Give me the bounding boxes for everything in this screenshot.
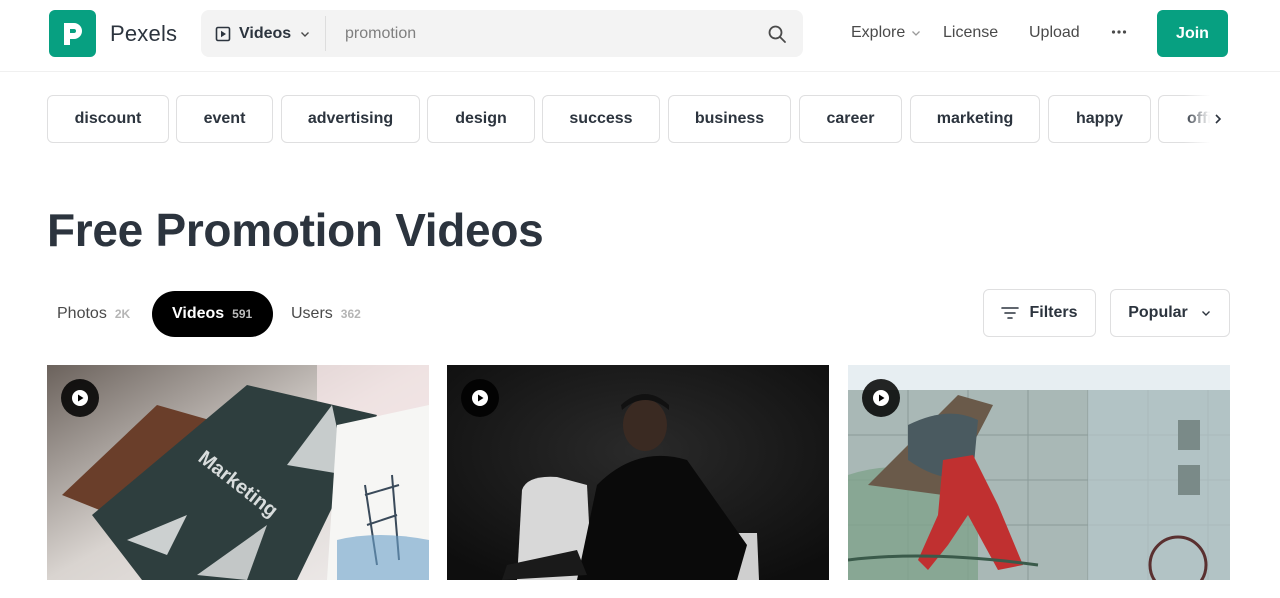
nav-license[interactable]: License <box>943 24 998 42</box>
search-icon <box>768 25 786 43</box>
tags-scroll-right-button[interactable] <box>1184 95 1228 143</box>
brand-name[interactable]: Pexels <box>110 21 177 47</box>
search-type-dropdown[interactable]: Videos <box>215 10 311 57</box>
tag-success[interactable]: success <box>542 95 660 143</box>
chevron-down-icon <box>301 31 310 37</box>
tab-photos-label: Photos <box>57 305 107 322</box>
tab-videos-count: 591 <box>232 307 253 321</box>
tag-event[interactable]: event <box>176 95 273 143</box>
tag-career[interactable]: career <box>799 95 902 143</box>
play-icon <box>461 379 499 417</box>
play-icon <box>61 379 99 417</box>
video-thumbnail <box>447 365 829 580</box>
pexels-logo-icon <box>63 22 82 45</box>
tag-discount[interactable]: discount <box>47 95 169 143</box>
pexels-logo[interactable] <box>49 10 96 57</box>
video-card[interactable] <box>848 365 1230 580</box>
tag-design[interactable]: design <box>427 95 535 143</box>
sort-label: Popular <box>1128 304 1188 321</box>
nav-upload[interactable]: Upload <box>1029 24 1080 42</box>
tab-videos-label: Videos <box>172 305 225 322</box>
search-type-label: Videos <box>239 24 292 42</box>
tag-happy[interactable]: happy <box>1048 95 1151 143</box>
tab-videos[interactable]: Videos 591 <box>152 291 273 337</box>
play-icon <box>862 379 900 417</box>
chevron-down-icon <box>912 31 921 36</box>
tab-photos-count: 2K <box>114 307 131 321</box>
tab-users-label: Users <box>291 305 333 322</box>
more-dots-icon <box>1111 30 1127 34</box>
related-tags: discount event advertising design succes… <box>47 95 1228 143</box>
tab-users-count: 362 <box>340 307 361 321</box>
search-input[interactable] <box>335 10 755 57</box>
top-header: Pexels Videos Explore License Upload <box>0 0 1280 72</box>
chevron-right-icon <box>1215 114 1222 124</box>
page-title: Free Promotion Videos <box>47 204 544 256</box>
join-button[interactable]: Join <box>1157 10 1228 57</box>
nav-explore[interactable]: Explore <box>851 24 921 42</box>
nav-explore-label: Explore <box>851 24 906 41</box>
tab-users[interactable]: Users 362 <box>281 291 371 337</box>
tag-marketing[interactable]: marketing <box>910 95 1040 143</box>
video-thumbnail <box>848 365 1230 580</box>
tag-advertising[interactable]: advertising <box>281 95 420 143</box>
sort-dropdown[interactable]: Popular <box>1110 289 1230 337</box>
video-card[interactable]: Marketing <box>47 365 429 580</box>
filters-button[interactable]: Filters <box>983 289 1096 337</box>
video-icon <box>215 26 231 41</box>
tag-business[interactable]: business <box>668 95 791 143</box>
search-divider <box>325 16 326 51</box>
tab-photos[interactable]: Photos 2K <box>47 291 140 337</box>
filter-icon <box>1001 307 1020 319</box>
video-thumbnail: Marketing <box>47 365 429 580</box>
search-bar: Videos <box>201 10 803 57</box>
search-button[interactable] <box>765 22 789 46</box>
chevron-down-icon <box>1201 311 1210 316</box>
video-card[interactable] <box>447 365 829 580</box>
more-menu-button[interactable] <box>1111 24 1127 40</box>
filters-label: Filters <box>1029 304 1078 321</box>
